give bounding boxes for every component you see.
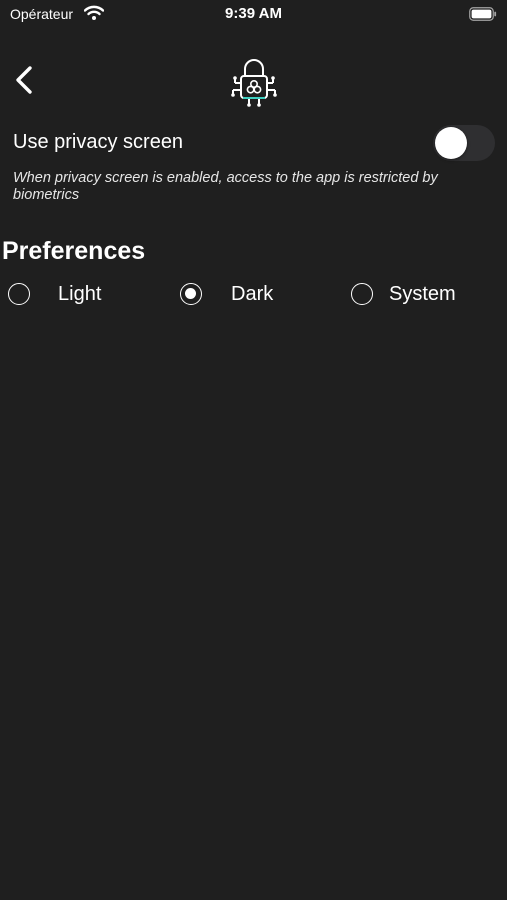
preferences-title: Preferences bbox=[2, 237, 146, 265]
radio-button-system[interactable] bbox=[351, 283, 373, 305]
status-time: 9:39 AM bbox=[225, 5, 282, 22]
radio-label-system: System bbox=[389, 282, 456, 305]
radio-button-light[interactable] bbox=[8, 283, 30, 305]
padlock-circuit-icon bbox=[227, 54, 281, 108]
radio-label-dark: Dark bbox=[231, 282, 274, 305]
radio-button-dark[interactable] bbox=[180, 283, 202, 305]
battery-icon bbox=[469, 7, 497, 21]
radio-option-dark[interactable]: Dark bbox=[180, 279, 273, 309]
radio-option-light[interactable]: Light bbox=[8, 279, 101, 309]
radio-label-light: Light bbox=[58, 282, 102, 305]
toggle-knob bbox=[435, 127, 467, 159]
chevron-left-icon bbox=[16, 66, 32, 94]
status-bar: Opérateur 9:39 AM bbox=[0, 0, 507, 28]
privacy-screen-label: Use privacy screen bbox=[13, 131, 184, 153]
privacy-screen-description: When privacy screen is enabled, access t… bbox=[13, 170, 438, 203]
radio-option-system[interactable]: System bbox=[351, 279, 456, 309]
privacy-screen-toggle[interactable] bbox=[433, 125, 495, 161]
back-button[interactable] bbox=[10, 62, 44, 98]
